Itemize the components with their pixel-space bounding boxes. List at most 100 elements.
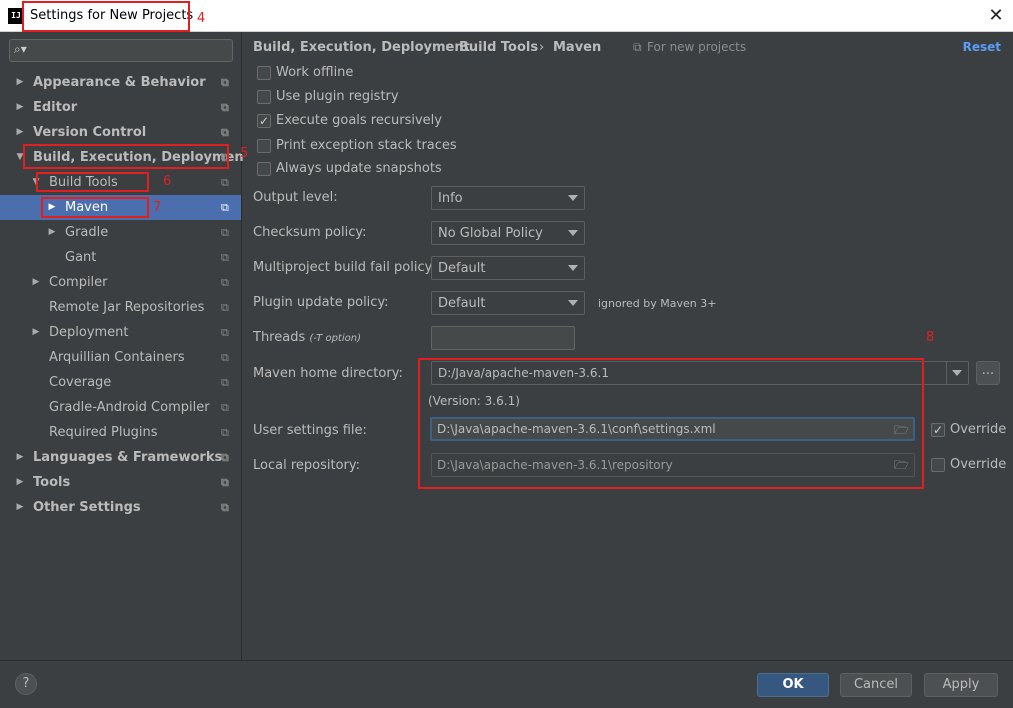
sidebar-item-label: Other Settings xyxy=(33,500,141,515)
annotation-box-build-execution xyxy=(23,144,229,169)
sidebar-item-label: Tools xyxy=(33,475,71,490)
sidebar-item-deployment[interactable]: ▶ Deployment ⧉ xyxy=(0,320,241,345)
local-repository-override-option[interactable]: Override xyxy=(931,456,1013,476)
sidebar-item-label: Version Control xyxy=(33,125,147,140)
expand-arrow-icon[interactable]: ▶ xyxy=(30,270,42,295)
expand-arrow-icon[interactable]: ▶ xyxy=(14,495,26,520)
settings-content: Build, Execution, Deployment › Build Too… xyxy=(243,32,1013,660)
user-settings-override-option[interactable]: Override xyxy=(931,421,1013,441)
threads-input[interactable] xyxy=(431,326,575,350)
breadcrumb-item: Maven xyxy=(553,40,602,55)
work-offline-option[interactable]: Work offline xyxy=(257,64,417,84)
use-plugin-registry-checkbox[interactable] xyxy=(257,90,271,104)
output-level-select[interactable]: Info xyxy=(431,186,585,210)
threads-label: Threads (-T option) xyxy=(253,330,361,345)
checksum-policy-value: No Global Policy xyxy=(438,226,543,241)
expand-arrow-icon[interactable]: ▶ xyxy=(14,120,26,145)
search-icon[interactable]: ⌕▾ xyxy=(14,42,27,57)
reset-link[interactable]: Reset xyxy=(963,40,1001,54)
sidebar-item-label: Deployment xyxy=(49,325,129,340)
copy-settings-icon: ⧉ xyxy=(221,176,229,189)
output-level-value: Info xyxy=(438,191,463,206)
sidebar-item-tools[interactable]: ▶ Tools ⧉ xyxy=(0,470,241,495)
breadcrumb-separator: › xyxy=(539,40,545,55)
sidebar-item-label: Gradle xyxy=(65,225,109,240)
apply-button[interactable]: Apply xyxy=(924,673,998,697)
use-plugin-registry-label: Use plugin registry xyxy=(276,89,399,104)
plugin-update-policy-value: Default xyxy=(438,296,486,311)
threads-hint: (-T option) xyxy=(309,333,361,344)
expand-arrow-icon[interactable]: ▶ xyxy=(14,445,26,470)
execute-goals-recursively-checkbox[interactable] xyxy=(257,112,271,130)
user-settings-override-label: Override xyxy=(950,422,1007,437)
sidebar-item-label: Gradle-Android Compiler xyxy=(49,400,210,415)
sidebar-item-gradle-android-compiler[interactable]: Gradle-Android Compiler ⧉ xyxy=(0,395,241,420)
sidebar-item-languages-frameworks[interactable]: ▶ Languages & Frameworks ⧉ xyxy=(0,445,241,470)
checksum-policy-select[interactable]: No Global Policy xyxy=(431,221,585,245)
sidebar-item-version-control[interactable]: ▶ Version Control ⧉ xyxy=(0,120,241,145)
breadcrumb-item: Build Tools xyxy=(459,40,539,55)
search-box[interactable]: ⌕▾ xyxy=(9,39,233,62)
sidebar-item-gradle[interactable]: ▶ Gradle ⧉ xyxy=(0,220,241,245)
sidebar-item-compiler[interactable]: ▶ Compiler ⧉ xyxy=(0,270,241,295)
copy-settings-icon: ⧉ xyxy=(221,251,229,264)
sidebar-item-other-settings[interactable]: ▶ Other Settings ⧉ xyxy=(0,495,241,520)
always-update-snapshots-option[interactable]: Always update snapshots xyxy=(257,160,457,180)
checksum-policy-label: Checksum policy: xyxy=(253,225,367,240)
breadcrumb-item: Build, Execution, Deployment xyxy=(253,40,470,55)
expand-arrow-icon[interactable]: ▶ xyxy=(14,95,26,120)
plugin-update-policy-label: Plugin update policy: xyxy=(253,295,389,310)
sidebar-item-coverage[interactable]: Coverage ⧉ xyxy=(0,370,241,395)
plugin-update-policy-note: ignored by Maven 3+ xyxy=(598,297,717,310)
sidebar-item-editor[interactable]: ▶ Editor ⧉ xyxy=(0,95,241,120)
sidebar-item-arquillian-containers[interactable]: Arquillian Containers ⧉ xyxy=(0,345,241,370)
sidebar-item-label: Compiler xyxy=(49,275,108,290)
annotation-box-build-tools xyxy=(36,172,149,192)
print-exception-stack-traces-checkbox[interactable] xyxy=(257,139,271,153)
settings-sidebar: ⌕▾ ▶ Appearance & Behavior ⧉ ▶ Editor ⧉ … xyxy=(0,32,250,660)
expand-arrow-icon[interactable]: ▶ xyxy=(46,220,58,245)
fail-policy-label: Multiproject build fail policy: xyxy=(253,260,436,275)
sidebar-item-gant[interactable]: Gant ⧉ xyxy=(0,245,241,270)
expand-arrow-icon[interactable]: ▶ xyxy=(14,70,26,95)
expand-arrow-icon[interactable]: ▶ xyxy=(30,320,42,345)
help-button[interactable]: ? xyxy=(15,673,37,695)
sidebar-item-label: Coverage xyxy=(49,375,112,390)
scope-label: For new projects xyxy=(647,40,747,54)
local-repository-override-checkbox[interactable] xyxy=(931,458,945,472)
fail-policy-select[interactable]: Default xyxy=(431,256,585,280)
search-input[interactable] xyxy=(34,41,230,60)
use-plugin-registry-option[interactable]: Use plugin registry xyxy=(257,88,417,108)
sidebar-item-appearance-behavior[interactable]: ▶ Appearance & Behavior ⧉ xyxy=(0,70,241,95)
execute-goals-recursively-label: Execute goals recursively xyxy=(276,113,442,128)
expand-arrow-icon[interactable]: ▶ xyxy=(14,470,26,495)
sidebar-item-required-plugins[interactable]: Required Plugins ⧉ xyxy=(0,420,241,445)
sidebar-item-label: Gant xyxy=(65,250,97,265)
sidebar-item-label: Required Plugins xyxy=(49,425,158,440)
user-settings-override-checkbox[interactable] xyxy=(931,421,945,439)
work-offline-checkbox[interactable] xyxy=(257,66,271,80)
local-repository-label: Local repository: xyxy=(253,458,360,473)
sidebar-item-label: Arquillian Containers xyxy=(49,350,185,365)
print-exception-stack-traces-label: Print exception stack traces xyxy=(276,138,457,153)
sidebar-item-remote-jar-repositories[interactable]: Remote Jar Repositories ⧉ xyxy=(0,295,241,320)
plugin-update-policy-select[interactable]: Default xyxy=(431,291,585,315)
annotation-box-maven-paths xyxy=(418,358,924,489)
ok-button[interactable]: OK xyxy=(757,673,829,697)
copy-settings-icon: ⧉ xyxy=(221,326,229,339)
print-exception-stack-traces-option[interactable]: Print exception stack traces xyxy=(257,137,467,157)
dropdown-arrow-icon xyxy=(568,230,578,236)
execute-goals-recursively-option[interactable]: Execute goals recursively xyxy=(257,112,457,132)
output-level-label: Output level: xyxy=(253,190,338,205)
always-update-snapshots-label: Always update snapshots xyxy=(276,161,442,176)
cancel-button[interactable]: Cancel xyxy=(840,673,912,697)
close-button[interactable]: ✕ xyxy=(985,5,1007,27)
browse-maven-home-button[interactable]: ... xyxy=(976,361,1000,385)
annotation-number: 5 xyxy=(240,146,249,161)
work-offline-label: Work offline xyxy=(276,65,354,80)
always-update-snapshots-checkbox[interactable] xyxy=(257,162,271,176)
scope-icon: ⧉ xyxy=(633,40,642,54)
dropdown-arrow-icon xyxy=(952,370,962,376)
copy-settings-icon: ⧉ xyxy=(221,401,229,414)
sidebar-item-label: Remote Jar Repositories xyxy=(49,300,205,315)
